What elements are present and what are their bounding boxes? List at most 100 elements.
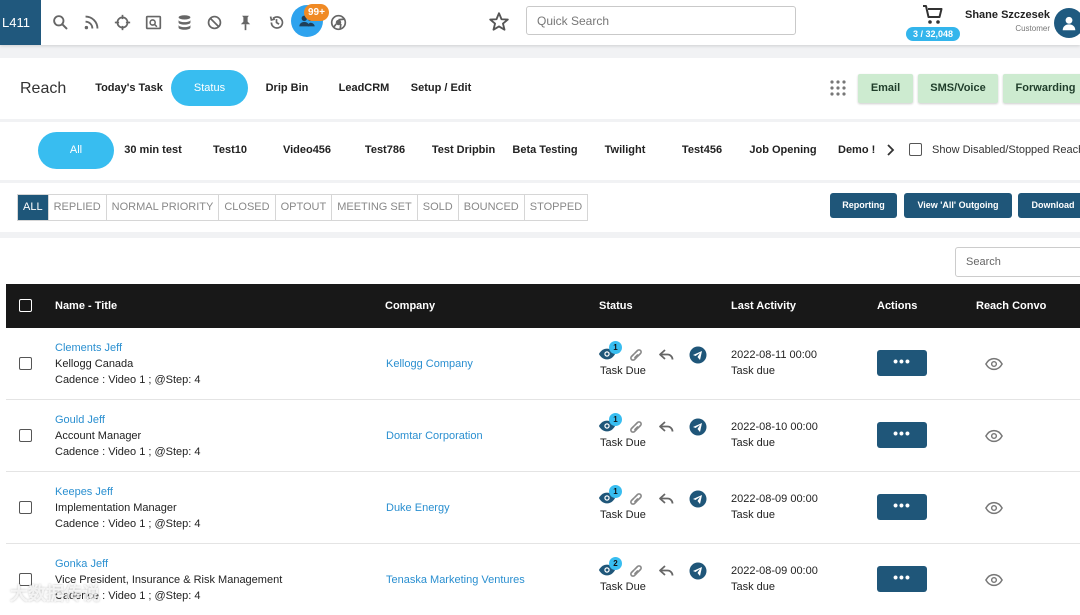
reply-icon[interactable] — [658, 564, 676, 578]
column-name-title[interactable]: Name - Title — [55, 284, 117, 328]
forwarding-button[interactable]: Forwarding — [1003, 74, 1080, 103]
link-icon[interactable] — [628, 348, 644, 362]
actions-menu-button[interactable]: ••• — [877, 494, 927, 520]
tab-leadcrm[interactable]: LeadCRM — [333, 70, 395, 106]
telegram-send-icon[interactable] — [689, 490, 707, 508]
column-company[interactable]: Company — [385, 284, 435, 328]
filter-all[interactable]: ALL — [18, 195, 48, 220]
status-text: Task Due — [600, 437, 646, 449]
telegram-send-icon[interactable] — [689, 346, 707, 364]
reach-convo-eye-icon[interactable] — [985, 573, 1003, 587]
reply-icon[interactable] — [658, 492, 676, 506]
contact-name-link[interactable]: Clements Jeff — [55, 342, 122, 354]
table-search-input[interactable] — [955, 247, 1080, 277]
table-row: Keepes Jeff Implementation Manager Caden… — [6, 472, 1080, 544]
link-icon[interactable] — [628, 420, 644, 434]
company-link[interactable]: Domtar Corporation — [386, 430, 483, 442]
user-name: Shane Szczesek — [965, 9, 1050, 21]
contact-cadence: Cadence : Video 1 ; @Step: 4 — [55, 518, 201, 530]
reach-convo-eye-icon[interactable] — [985, 501, 1003, 515]
quick-search-input[interactable] — [526, 6, 796, 35]
cadence-tab-all[interactable]: All — [38, 132, 114, 169]
sms-voice-button[interactable]: SMS/Voice — [918, 74, 998, 103]
filter-closed[interactable]: CLOSED — [218, 195, 274, 220]
status-filter-group: ALL REPLIED NORMAL PRIORITY CLOSED OPTOU… — [17, 194, 589, 221]
status-text: Task Due — [600, 509, 646, 521]
last-activity-text: Task due — [731, 509, 776, 521]
row-checkbox[interactable] — [19, 573, 32, 586]
show-disabled-checkbox[interactable] — [909, 143, 922, 156]
reach-convo-eye-icon[interactable] — [985, 429, 1003, 443]
app-logo[interactable]: L411 — [0, 0, 41, 45]
tab-todays-task[interactable]: Today's Task — [91, 70, 167, 106]
tab-status[interactable]: Status — [171, 70, 248, 106]
row-checkbox[interactable] — [19, 357, 32, 370]
cadence-tab[interactable]: Test10 — [208, 132, 252, 169]
last-activity-text: Task due — [731, 437, 776, 449]
contact-name-link[interactable]: Gould Jeff — [55, 414, 105, 426]
contact-name-link[interactable]: Keepes Jeff — [55, 486, 113, 498]
actions-menu-button[interactable]: ••• — [877, 566, 927, 592]
row-checkbox[interactable] — [19, 429, 32, 442]
table-row: Clements Jeff Kellogg Canada Cadence : V… — [6, 328, 1080, 400]
views-count-badge: 1 — [609, 413, 622, 426]
contact-name-link[interactable]: Gonka Jeff — [55, 558, 108, 570]
cadence-tab[interactable]: Twilight — [600, 132, 650, 169]
image-search-icon[interactable] — [142, 11, 164, 33]
filter-replied[interactable]: REPLIED — [47, 195, 106, 220]
tab-setup-edit[interactable]: Setup / Edit — [405, 70, 477, 106]
actions-menu-button[interactable]: ••• — [877, 422, 927, 448]
actions-menu-button[interactable]: ••• — [877, 350, 927, 376]
filter-bar: ALL REPLIED NORMAL PRIORITY CLOSED OPTOU… — [0, 183, 1080, 232]
cadence-tab[interactable]: Job Opening — [746, 132, 820, 169]
reporting-button[interactable]: Reporting — [830, 193, 897, 218]
last-activity-text: Task due — [731, 365, 776, 377]
pin-icon[interactable] — [234, 11, 256, 33]
column-status[interactable]: Status — [599, 284, 633, 328]
filter-bounced[interactable]: BOUNCED — [457, 195, 524, 220]
link-icon[interactable] — [628, 492, 644, 506]
avatar[interactable] — [1054, 8, 1080, 38]
company-link[interactable]: Duke Energy — [386, 502, 450, 514]
email-button[interactable]: Email — [858, 74, 913, 103]
table-header: Name - Title Company Status Last Activit… — [6, 284, 1080, 328]
apps-grid-icon[interactable] — [828, 78, 848, 98]
filter-stopped[interactable]: STOPPED — [523, 195, 587, 220]
cadence-tab[interactable]: Beta Testing — [510, 132, 580, 169]
cadence-tab[interactable]: 30 min test — [121, 132, 185, 169]
block-icon[interactable] — [203, 11, 225, 33]
filter-meeting-set[interactable]: MEETING SET — [331, 195, 417, 220]
select-all-checkbox[interactable] — [19, 299, 32, 312]
cadence-tab[interactable]: Demo ! — [838, 132, 878, 169]
company-link[interactable]: Kellogg Company — [386, 358, 473, 370]
tab-drip-bin[interactable]: Drip Bin — [259, 70, 315, 106]
row-checkbox[interactable] — [19, 501, 32, 514]
reply-icon[interactable] — [658, 420, 676, 434]
cadence-tab[interactable]: Test456 — [677, 132, 727, 169]
crosshair-icon[interactable] — [111, 11, 133, 33]
link-icon[interactable] — [628, 564, 644, 578]
telegram-send-icon[interactable] — [689, 562, 707, 580]
filter-normal-priority[interactable]: NORMAL PRIORITY — [105, 195, 219, 220]
cadence-tab[interactable]: Video456 — [278, 132, 336, 169]
column-last-activity[interactable]: Last Activity — [731, 284, 796, 328]
filter-sold[interactable]: SOLD — [416, 195, 458, 220]
database-icon[interactable] — [173, 11, 195, 33]
reply-icon[interactable] — [658, 348, 676, 362]
filter-optout[interactable]: OPTOUT — [274, 195, 332, 220]
reach-convo-eye-icon[interactable] — [985, 357, 1003, 371]
view-all-outgoing-button[interactable]: View 'All' Outgoing — [904, 193, 1012, 218]
company-link[interactable]: Tenaska Marketing Ventures — [386, 574, 525, 586]
favorite-star-icon[interactable] — [488, 11, 510, 33]
chrome-icon[interactable] — [327, 11, 349, 33]
download-button[interactable]: Download — [1018, 193, 1080, 218]
notification-count-badge: 99+ — [304, 4, 329, 21]
search-icon[interactable] — [49, 11, 71, 33]
history-icon[interactable] — [265, 11, 287, 33]
rss-icon[interactable] — [80, 11, 102, 33]
cadence-tab[interactable]: Test786 — [360, 132, 410, 169]
cadence-tab[interactable]: Test Dripbin — [428, 132, 499, 169]
chevron-right-icon[interactable] — [885, 143, 897, 157]
contact-title: Kellogg Canada — [55, 358, 134, 370]
telegram-send-icon[interactable] — [689, 418, 707, 436]
